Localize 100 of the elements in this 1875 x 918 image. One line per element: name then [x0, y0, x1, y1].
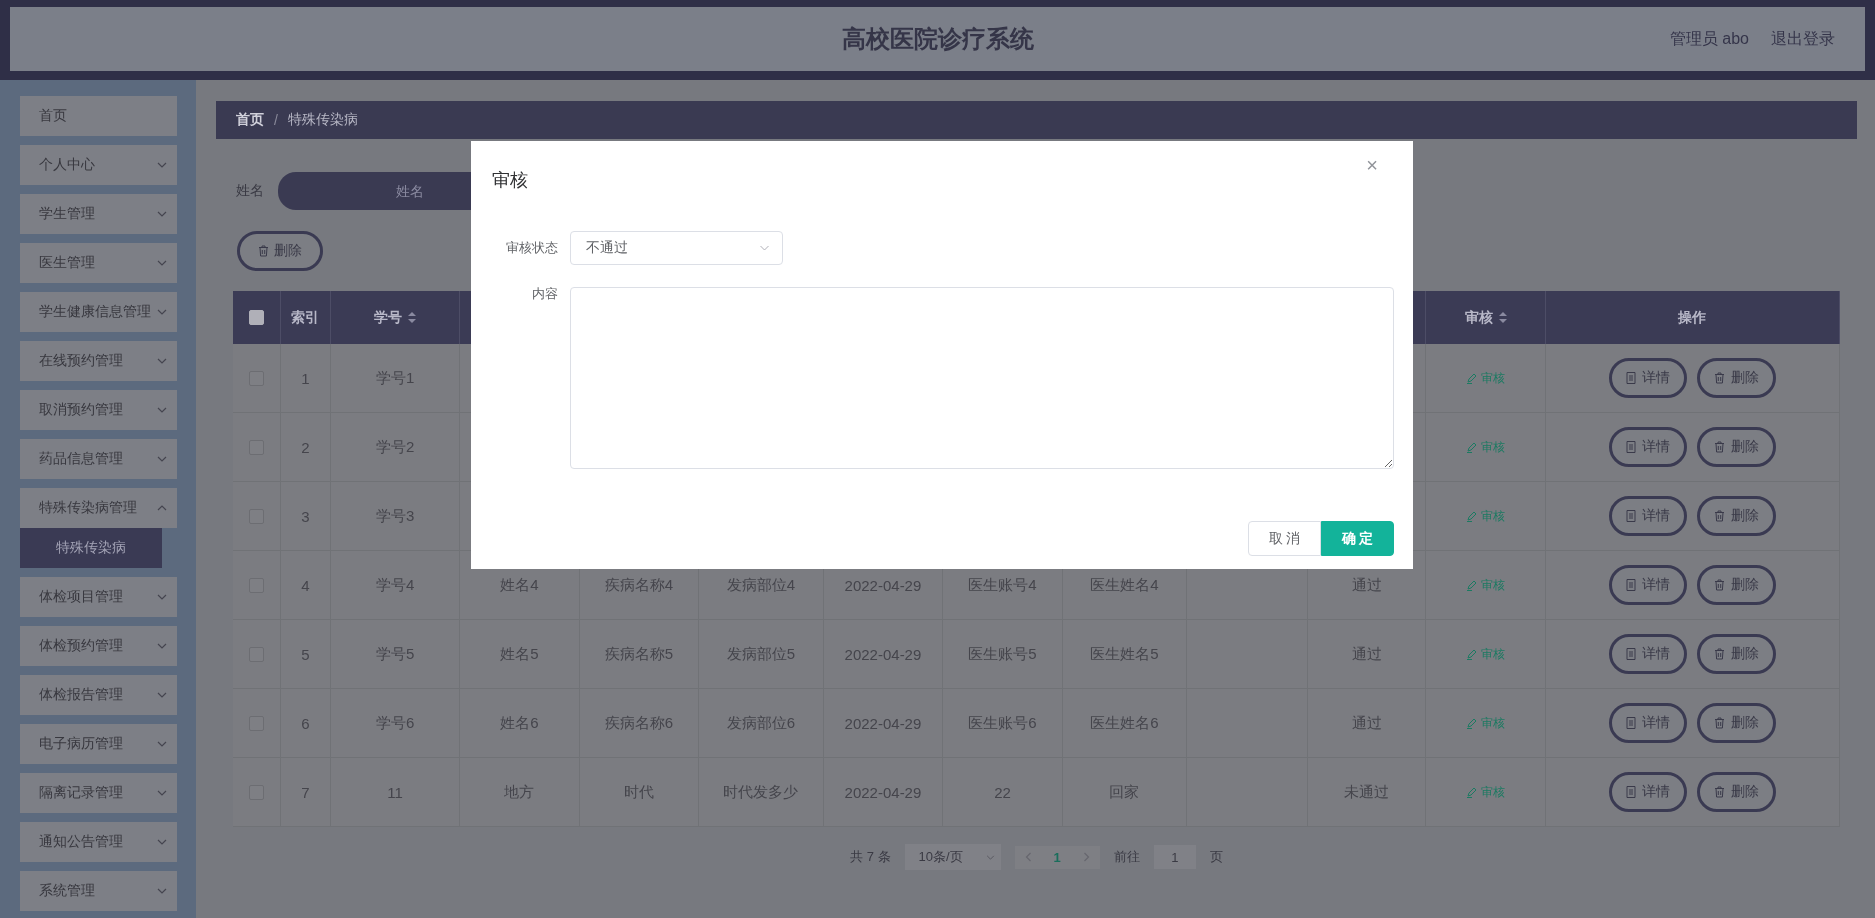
menu-item[interactable]: 特殊传染病管理 [20, 488, 177, 528]
chevron-icon [157, 162, 167, 168]
close-button[interactable]: × [1360, 153, 1384, 178]
breadcrumb-item: 特殊传染病 [287, 111, 358, 129]
cancel-button[interactable]: 取 消 [1248, 521, 1321, 556]
breadcrumb-item[interactable]: 首页 [236, 111, 264, 129]
detail-button[interactable]: 详情 [1608, 565, 1687, 605]
menu-item[interactable]: 电子病历管理 [20, 724, 177, 764]
goto-label: 前往 [1113, 848, 1140, 866]
menu-item[interactable]: 在线预约管理 [20, 341, 177, 381]
chevron-icon [157, 888, 167, 894]
column-header[interactable]: 索引 [291, 308, 320, 327]
chevron-icon [157, 309, 167, 315]
table-cell: 1 [301, 369, 310, 387]
menu-item[interactable]: 体检预约管理 [20, 626, 177, 666]
detail-button[interactable]: 详情 [1608, 358, 1687, 398]
delete-button[interactable]: 删除 [1696, 496, 1776, 536]
menu-item[interactable]: 药品信息管理 [20, 439, 177, 479]
breadcrumb-separator: / [274, 112, 278, 128]
delete-button[interactable]: 删除 [1696, 427, 1776, 467]
chevron-icon [157, 692, 167, 698]
delete-button[interactable]: 删除 [1696, 772, 1776, 812]
detail-button[interactable]: 详情 [1608, 772, 1687, 812]
column-header[interactable]: 学号 [374, 308, 417, 327]
delete-button[interactable]: 删除 [237, 231, 323, 271]
content-field[interactable] [570, 287, 1394, 469]
page-suffix: 页 [1209, 848, 1223, 866]
logout-link[interactable]: 退出登录 [1771, 28, 1835, 50]
table-cell: 3 [301, 507, 310, 525]
user-label: 管理员 abo [1669, 28, 1749, 49]
menu-item[interactable]: 学生健康信息管理 [20, 292, 177, 332]
pen-icon [1466, 510, 1478, 522]
menu-item[interactable]: 首页 [20, 96, 177, 136]
pen-icon [1466, 579, 1478, 591]
dialog-title: 审核 [492, 169, 528, 192]
chevron-icon [157, 839, 167, 845]
sort-icon [1498, 312, 1507, 323]
menu-item[interactable]: 个人中心 [20, 145, 177, 185]
trash-icon [1713, 372, 1725, 384]
submenu-item[interactable]: 特殊传染病 [20, 528, 162, 568]
chevron-icon [157, 741, 167, 747]
chevron-icon [157, 790, 167, 796]
trash-icon [1713, 579, 1725, 591]
menu-item[interactable]: 体检报告管理 [20, 675, 177, 715]
chevron-icon [157, 211, 167, 217]
menu-item[interactable]: 隔离记录管理 [20, 773, 177, 813]
document-icon [1625, 441, 1636, 453]
detail-button[interactable]: 详情 [1608, 703, 1687, 743]
document-icon [1625, 510, 1636, 522]
document-icon [1625, 372, 1636, 384]
pen-icon [1466, 441, 1478, 453]
column-header[interactable]: 操作 [1678, 308, 1707, 327]
total-count: 共 7 条 [850, 848, 891, 866]
app-title: 高校医院诊疗系统 [841, 24, 1034, 54]
sort-icon [408, 312, 417, 323]
trash-icon [1713, 786, 1725, 798]
document-icon [1625, 648, 1636, 660]
chevron-icon [157, 505, 167, 511]
chevron-icon [157, 358, 167, 364]
document-icon [1625, 717, 1636, 729]
menu-item[interactable]: 取消预约管理 [20, 390, 177, 430]
field-label: 内容 [531, 285, 559, 303]
chevron-icon [157, 407, 167, 413]
menu-item[interactable]: 系统管理 [20, 871, 177, 911]
pen-icon [1466, 372, 1478, 384]
status-select[interactable]: 不通过 [570, 231, 783, 265]
trash-icon [1713, 510, 1725, 522]
page-input[interactable]: 1 [1153, 845, 1196, 869]
table-cell: 地方 [504, 782, 535, 802]
delete-button[interactable]: 删除 [1696, 703, 1776, 743]
detail-button[interactable]: 详情 [1608, 427, 1687, 467]
trash-icon [1713, 648, 1725, 660]
document-icon [1625, 579, 1636, 591]
confirm-button[interactable]: 确 定 [1321, 521, 1394, 556]
select-all-checkbox[interactable] [248, 310, 264, 325]
column-header[interactable]: 审核 [1464, 308, 1507, 327]
chevron-icon [985, 854, 995, 860]
chevron-icon [157, 594, 167, 600]
table-cell: 11 [387, 783, 403, 801]
delete-button[interactable]: 删除 [1696, 358, 1776, 398]
menu-item[interactable]: 体检项目管理 [20, 577, 177, 617]
page-number[interactable]: 1 [1053, 849, 1061, 865]
menu-item[interactable]: 学生管理 [20, 194, 177, 234]
trash-icon [1713, 717, 1725, 729]
field-label: 审核状态 [505, 239, 559, 257]
search-label: 姓名 [236, 182, 264, 200]
pen-icon [1466, 717, 1478, 729]
delete-button[interactable]: 删除 [1696, 634, 1776, 674]
menu-item[interactable]: 通知公告管理 [20, 822, 177, 862]
menu-item[interactable]: 医生管理 [20, 243, 177, 283]
chevron-icon [157, 643, 167, 649]
page-size-select[interactable]: 10条/页 [904, 844, 1001, 870]
trash-icon [1713, 441, 1725, 453]
pen-icon [1466, 648, 1478, 660]
document-icon [1625, 786, 1636, 798]
detail-button[interactable]: 详情 [1608, 496, 1687, 536]
detail-button[interactable]: 详情 [1608, 634, 1687, 674]
chevron-icon [759, 245, 770, 251]
chevron-icon [157, 260, 167, 266]
delete-button[interactable]: 删除 [1696, 565, 1776, 605]
